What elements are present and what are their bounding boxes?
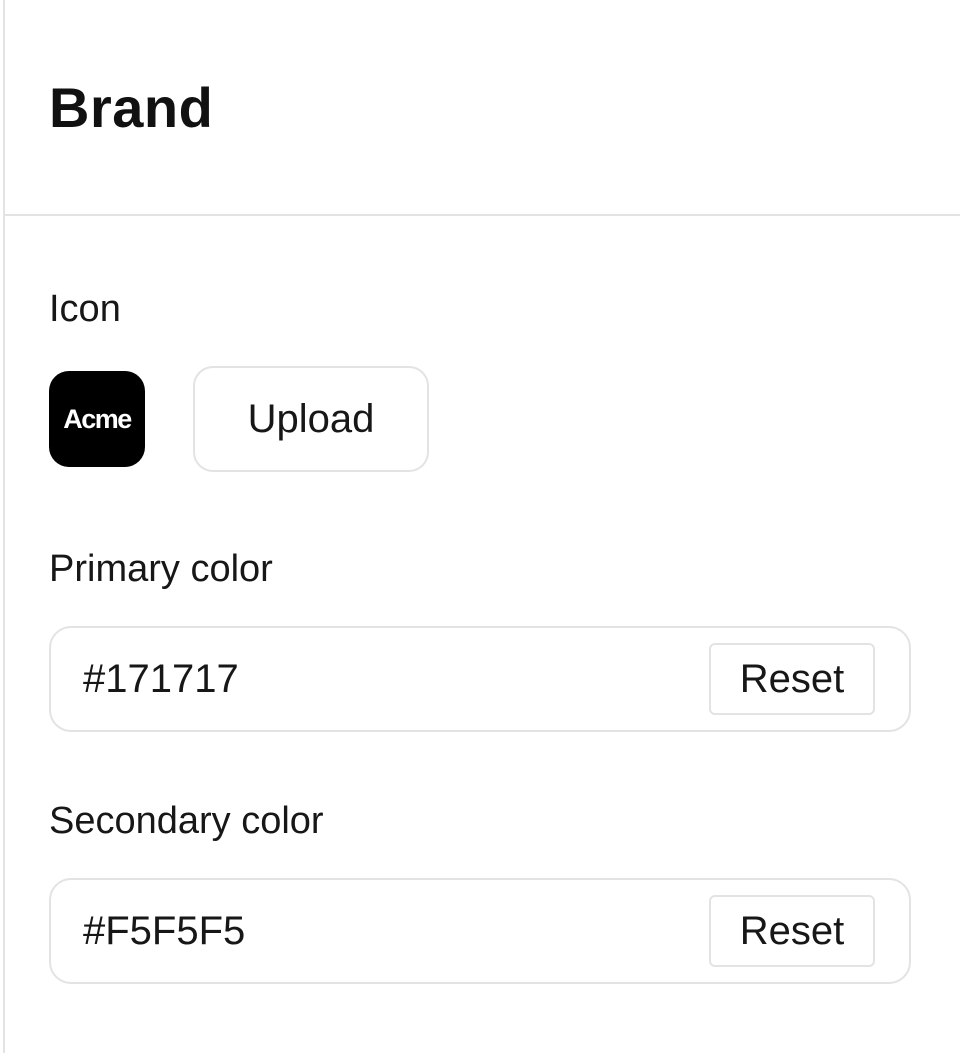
primary-color-reset-button[interactable]: Reset (709, 643, 875, 715)
panel-body: Icon Acme Upload Primary color Reset Sec… (5, 286, 960, 984)
primary-color-input[interactable] (83, 649, 709, 709)
brand-settings-panel: Brand Icon Acme Upload Primary color Res… (3, 0, 960, 1053)
icon-field-label: Icon (49, 288, 121, 330)
page-title: Brand (49, 76, 214, 139)
secondary-color-field: Reset (49, 878, 911, 984)
brand-logo-text: Acme (63, 403, 132, 434)
panel-header: Brand (5, 0, 960, 216)
primary-color-label: Primary color (49, 548, 273, 590)
icon-row: Acme Upload (49, 366, 913, 472)
primary-color-field: Reset (49, 626, 911, 732)
secondary-color-input[interactable] (83, 901, 709, 961)
secondary-color-label: Secondary color (49, 800, 324, 842)
brand-logo-icon: Acme (49, 371, 145, 467)
upload-icon-button[interactable]: Upload (193, 366, 429, 472)
secondary-color-reset-button[interactable]: Reset (709, 895, 875, 967)
